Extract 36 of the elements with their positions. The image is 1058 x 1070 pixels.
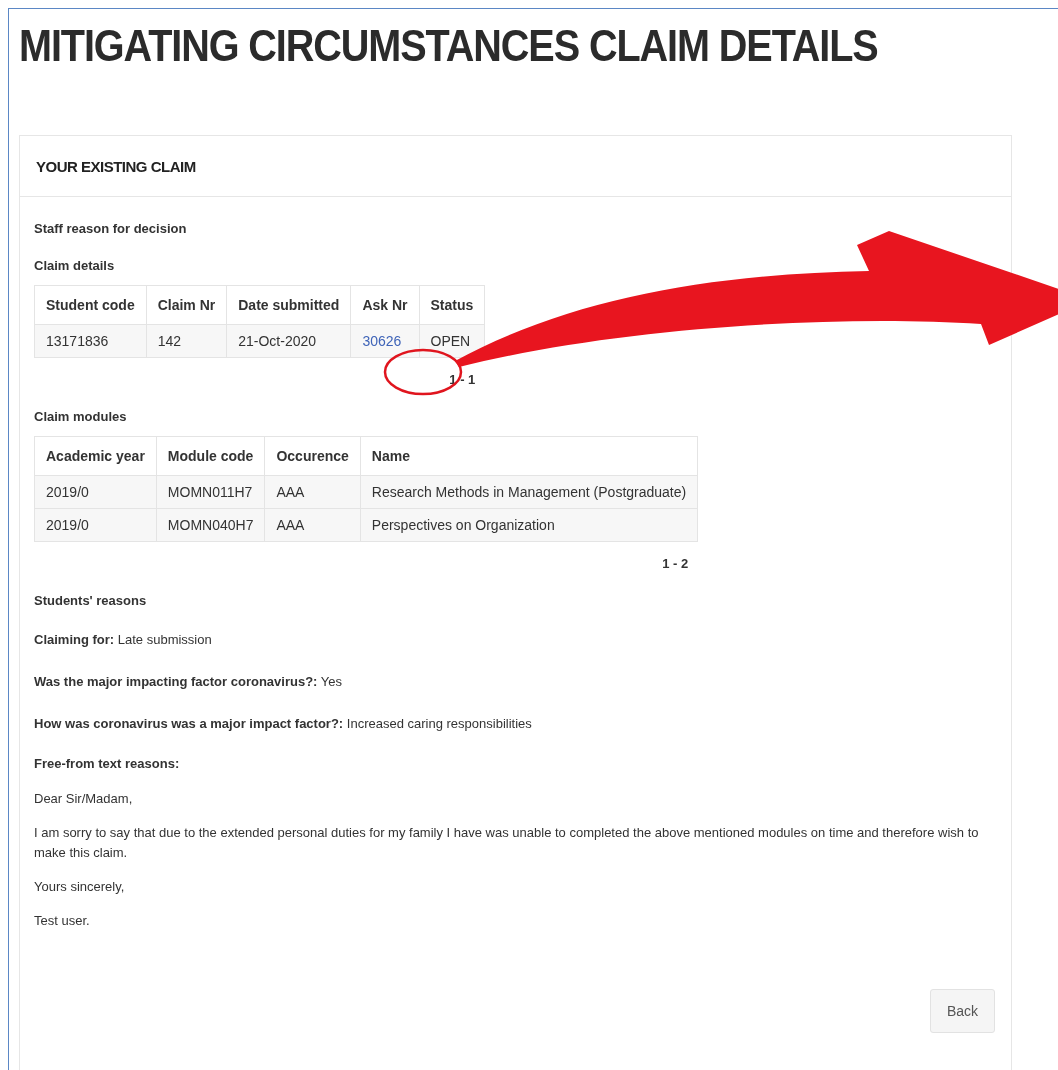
back-button[interactable]: Back (929, 989, 995, 1033)
table-cell: 142 (146, 324, 227, 358)
table-cell: 2019/0 (34, 475, 157, 509)
section-label: Claim modules (34, 409, 127, 424)
table-cell: 21-Oct-2020 (226, 324, 351, 358)
table-cell: AAA (264, 475, 361, 509)
section-label: Claim details (34, 258, 115, 273)
panel-title: YOUR EXISTING CLAIM (36, 158, 196, 175)
table-cell: MOMN011H7 (156, 475, 265, 509)
table-cell: Research Methods in Management (Postgraduate) (360, 475, 698, 509)
letter-paragraph: Yours sincerely, (34, 878, 125, 896)
column-header: Ask Nr (350, 285, 419, 325)
reason-field: How was coronavirus was a major impact factor?: Increased caring responsibilities (34, 714, 532, 734)
table-cell: MOMN040H7 (156, 508, 265, 542)
section-label: Staff reason for decision (34, 221, 187, 236)
table-cell: 13171836 (34, 324, 147, 358)
letter-paragraph: Dear Sir/Madam, (34, 790, 133, 808)
section-label: Students' reasons (34, 593, 147, 608)
table-cell: 2019/0 (34, 508, 157, 542)
column-header: Date submitted (226, 285, 351, 325)
reason-field: Was the major impacting factor coronavirus?: Yes (34, 672, 342, 692)
page-title: MITIGATING CIRCUMSTANCES CLAIM DETAILS (19, 21, 878, 71)
column-header: Claim Nr (146, 285, 227, 325)
section-label: Free-from text reasons: (34, 756, 180, 771)
table-cell: AAA (264, 508, 361, 542)
column-header: Module code (156, 436, 265, 476)
column-header: Student code (34, 285, 147, 325)
column-header: Name (360, 436, 698, 476)
pagination-count: 1 - 2 (662, 556, 690, 571)
table-cell: Perspectives on Organization (360, 508, 698, 542)
column-header: Academic year (34, 436, 157, 476)
reason-field: Claiming for: Late submission (34, 630, 212, 650)
column-header: Occurence (264, 436, 361, 476)
letter-paragraph: Test user. (34, 912, 90, 930)
column-header: Status (419, 285, 485, 325)
letter-paragraph: I am sorry to say that due to the extended personal duties for my family I have was unable to completed the above mentioned modules on time and therefore wish to make this claim. (34, 824, 980, 862)
